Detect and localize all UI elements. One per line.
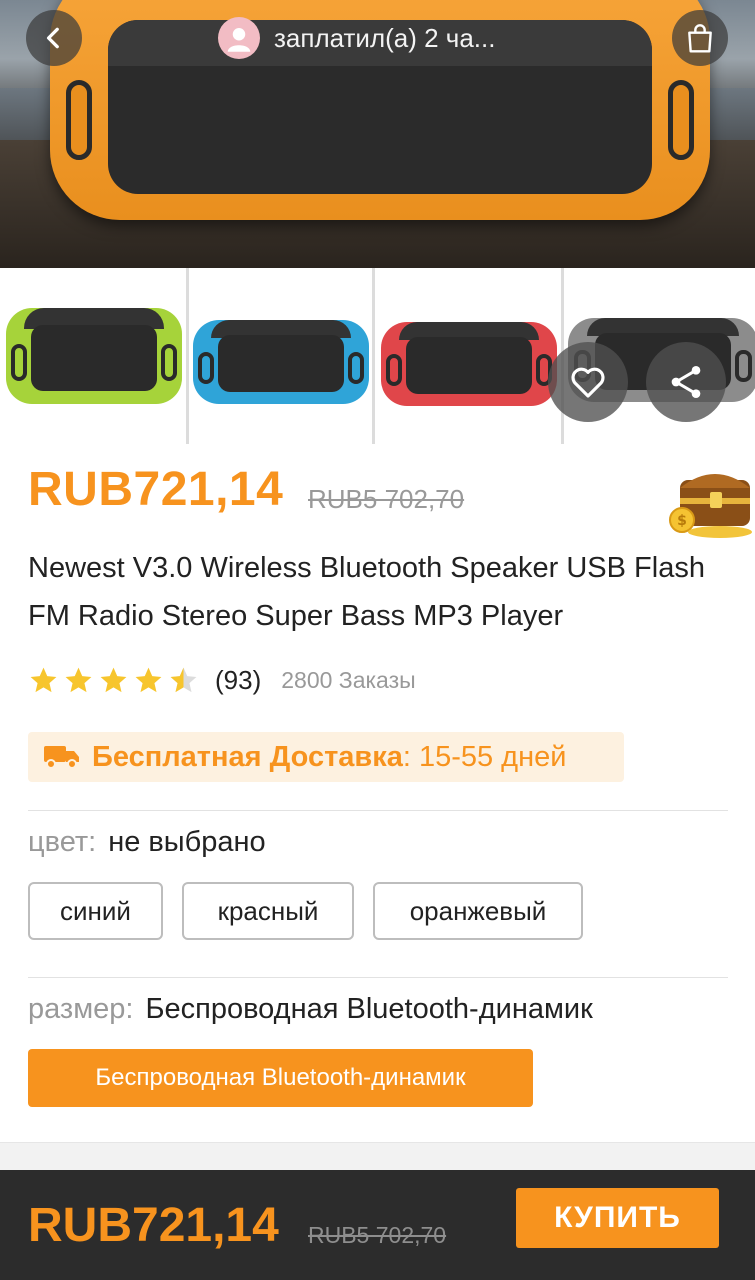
thumbnail-green[interactable] bbox=[0, 268, 189, 444]
bottom-original-price: RUB5 702,70 bbox=[308, 1222, 447, 1248]
purchase-notice: заплатил(а) 2 ча... bbox=[208, 10, 540, 66]
size-key: размер: bbox=[28, 993, 134, 1025]
thumbnail-speaker bbox=[193, 320, 369, 404]
color-chip-orange[interactable]: оранжевый bbox=[373, 882, 583, 940]
shipping-colon: : bbox=[402, 740, 411, 773]
heart-icon bbox=[571, 367, 605, 398]
cart-button[interactable] bbox=[672, 10, 728, 66]
buyer-avatar bbox=[218, 17, 260, 59]
size-value: Беспроводная Bluetooth-динамик bbox=[145, 993, 593, 1025]
orders-count: 2800 Заказы bbox=[281, 666, 416, 693]
rating-stars bbox=[28, 665, 199, 696]
bottom-purchase-bar: RUB721,14 RUB5 702,70 КУПИТЬ bbox=[0, 1170, 755, 1280]
bottom-price: RUB721,14 bbox=[28, 1199, 279, 1252]
star-half-icon bbox=[170, 667, 197, 692]
size-chip-selected[interactable]: Беспроводная Bluetooth-динамик bbox=[28, 1049, 533, 1107]
rating-row[interactable]: (93) 2800 Заказы bbox=[28, 660, 416, 700]
thumbnail-red[interactable] bbox=[375, 268, 564, 444]
current-price: RUB721,14 bbox=[28, 463, 284, 516]
section-gap bbox=[0, 1142, 755, 1170]
notice-text: заплатил(а) 2 ча... bbox=[274, 22, 496, 53]
back-button[interactable] bbox=[26, 10, 82, 66]
coins-chest-icon[interactable]: $ bbox=[660, 458, 755, 538]
star-icon bbox=[135, 667, 162, 692]
size-option-row: размер: Беспроводная Bluetooth-динамик bbox=[28, 993, 593, 1026]
chevron-left-icon bbox=[46, 27, 59, 49]
treasure-chest-icon: $ bbox=[669, 474, 752, 538]
truck-icon bbox=[44, 746, 79, 769]
wishlist-button[interactable] bbox=[548, 342, 628, 422]
thumbnail-strip bbox=[0, 268, 755, 444]
star-icon bbox=[30, 667, 57, 692]
color-option-row: цвет: не выбрано bbox=[28, 826, 266, 859]
thumbnail-blue[interactable] bbox=[189, 268, 375, 444]
original-price: RUB5 702,70 bbox=[308, 484, 465, 514]
divider bbox=[28, 977, 728, 978]
share-button[interactable] bbox=[646, 342, 726, 422]
shipping-label: Бесплатная Доставка bbox=[92, 740, 403, 773]
buy-button[interactable]: КУПИТЬ bbox=[516, 1188, 719, 1248]
divider bbox=[28, 810, 728, 811]
shipping-days: 15-55 дней bbox=[418, 740, 567, 773]
free-shipping-banner[interactable]: Бесплатная Доставка: 15-55 дней bbox=[28, 732, 624, 782]
star-icon bbox=[65, 667, 92, 692]
color-value: не выбрано bbox=[108, 826, 266, 858]
color-chip-blue[interactable]: синий bbox=[28, 882, 163, 940]
review-count: (93) bbox=[215, 664, 262, 695]
product-hero-image[interactable]: заплатил(а) 2 ча... bbox=[0, 0, 755, 268]
color-chip-red[interactable]: красный bbox=[182, 882, 354, 940]
share-icon bbox=[671, 366, 701, 398]
thumbnail-speaker bbox=[381, 322, 557, 406]
user-avatar-icon bbox=[227, 28, 251, 52]
product-title: Newest V3.0 Wireless Bluetooth Speaker U… bbox=[28, 552, 705, 632]
speaker-port-left bbox=[66, 80, 92, 160]
thumbnail-speaker bbox=[6, 308, 182, 404]
speaker-port-right bbox=[668, 80, 694, 160]
color-key: цвет: bbox=[28, 826, 97, 858]
shopping-bag-icon bbox=[688, 24, 712, 53]
star-icon bbox=[100, 667, 127, 692]
svg-text:$: $ bbox=[677, 513, 687, 529]
